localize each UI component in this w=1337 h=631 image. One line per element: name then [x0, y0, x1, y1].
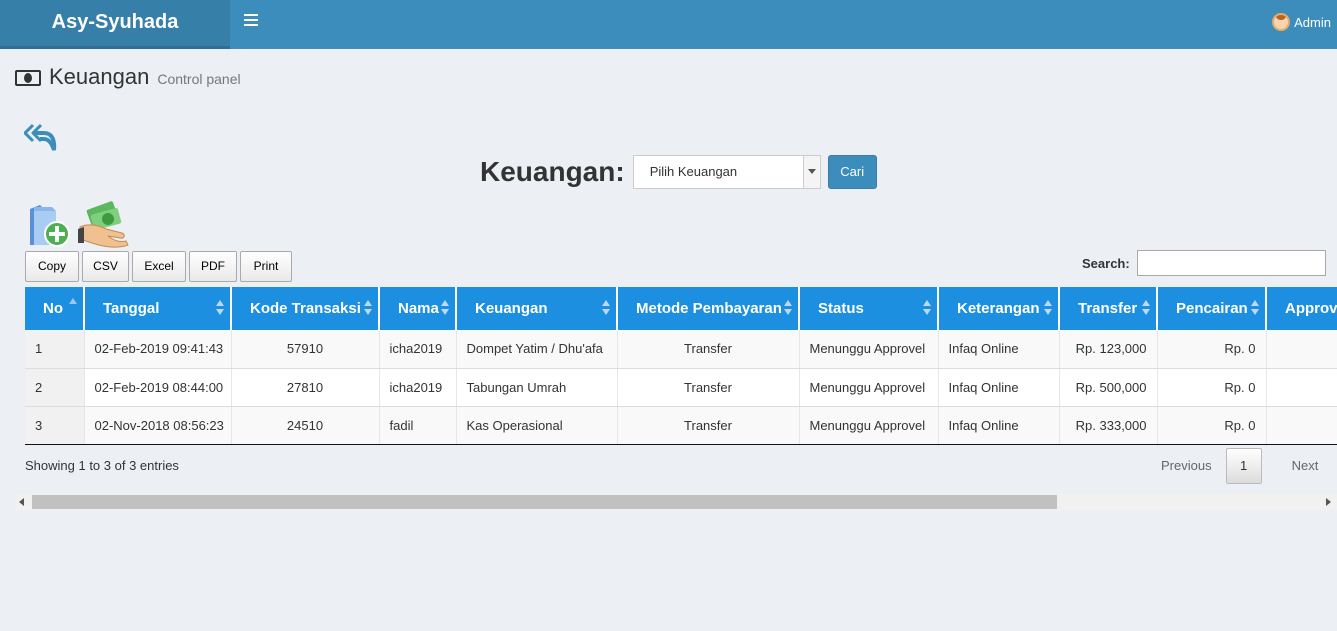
cell-keuangan: Dompet Yatim / Dhu'afa — [456, 330, 618, 369]
cell-metode: Transfer — [617, 406, 800, 445]
cell-approv — [1266, 368, 1337, 407]
money-bill-icon — [15, 70, 41, 86]
cell-pencairan: Rp. 0 — [1157, 330, 1267, 369]
col-pencairan[interactable]: Pencairan — [1157, 287, 1267, 330]
table-row[interactable]: 1 02-Feb-2019 09:41:43 57910 icha2019 Do… — [25, 330, 1337, 369]
reply-all-icon[interactable] — [24, 122, 58, 152]
previous-button[interactable]: Previous — [1147, 448, 1226, 484]
folder-add-icon[interactable] — [26, 201, 72, 249]
cell-transfer: Rp. 333,000 — [1059, 406, 1158, 445]
cell-kode: 27810 — [231, 368, 380, 407]
cell-nama: icha2019 — [379, 330, 457, 369]
keuangan-table-wrapper: No Tanggal Kode Transaksi Nama Keuangan … — [25, 287, 1337, 445]
horizontal-scrollbar[interactable] — [16, 494, 1337, 510]
search-label: Search: — [1082, 255, 1130, 271]
page-subtitle: Control panel — [157, 71, 241, 87]
col-approv[interactable]: Approv — [1266, 287, 1337, 330]
cell-tanggal: 02-Nov-2018 08:56:23 — [84, 406, 232, 445]
cell-status: Menunggu Approvel — [799, 330, 939, 369]
keuangan-select[interactable]: Pilih Keuangan — [632, 155, 821, 189]
col-status[interactable]: Status — [799, 287, 939, 330]
cell-keterangan: Infaq Online — [938, 330, 1060, 369]
cell-transfer: Rp. 500,000 — [1059, 368, 1158, 407]
sort-icon — [441, 300, 449, 316]
excel-button[interactable]: Excel — [132, 251, 186, 282]
cell-status: Menunggu Approvel — [799, 368, 939, 407]
col-keuangan[interactable]: Keuangan — [456, 287, 618, 330]
pagination: Previous 1 Next — [1147, 448, 1332, 484]
cell-tanggal: 02-Feb-2019 08:44:00 — [84, 368, 232, 407]
content-header: Keuangan Control panel — [15, 64, 241, 90]
user-name: Admin — [1294, 14, 1331, 30]
hamburger-icon[interactable] — [244, 14, 258, 28]
cell-kode: 24510 — [231, 406, 380, 445]
select-value: Pilih Keuangan — [649, 164, 738, 179]
pdf-button[interactable]: PDF — [189, 251, 237, 282]
csv-button[interactable]: CSV — [82, 251, 129, 282]
col-transfer[interactable]: Transfer — [1059, 287, 1158, 330]
cell-nama: fadil — [379, 406, 457, 445]
col-metode-pembayaran[interactable]: Metode Pembayaran — [617, 287, 800, 330]
scroll-left-icon[interactable] — [19, 498, 24, 506]
table-row[interactable]: 2 02-Feb-2019 08:44:00 27810 icha2019 Ta… — [25, 368, 1337, 407]
search-input[interactable] — [1136, 250, 1326, 276]
col-kode-transaksi[interactable]: Kode Transaksi — [231, 287, 380, 330]
sort-asc-icon — [69, 298, 77, 316]
table-row[interactable]: 3 02-Nov-2018 08:56:23 24510 fadil Kas O… — [25, 406, 1337, 445]
sort-icon — [1044, 300, 1052, 316]
brand-logo[interactable]: Asy-Syuhada — [0, 0, 230, 49]
cell-metode: Transfer — [617, 368, 800, 407]
filter-label: Keuangan: — [480, 156, 625, 187]
cell-transfer: Rp. 123,000 — [1059, 330, 1158, 369]
cari-button[interactable]: Cari — [827, 155, 877, 189]
table-header-row: No Tanggal Kode Transaksi Nama Keuangan … — [25, 287, 1337, 330]
cell-approv — [1266, 406, 1337, 445]
table-search: Search: — [1082, 250, 1326, 276]
cell-no: 3 — [25, 406, 85, 445]
cell-pencairan: Rp. 0 — [1157, 368, 1267, 407]
top-navbar: Asy-Syuhada Admin — [0, 0, 1337, 49]
cell-keterangan: Infaq Online — [938, 368, 1060, 407]
cell-nama: icha2019 — [379, 368, 457, 407]
col-tanggal[interactable]: Tanggal — [84, 287, 232, 330]
page-title: Keuangan — [49, 64, 150, 89]
money-hand-icon[interactable] — [78, 199, 130, 249]
col-nama[interactable]: Nama — [379, 287, 457, 330]
print-button[interactable]: Print — [240, 251, 292, 282]
col-no[interactable]: No — [25, 287, 85, 330]
cell-tanggal: 02-Feb-2019 09:41:43 — [84, 330, 232, 369]
page-1-button[interactable]: 1 — [1225, 448, 1262, 484]
cell-keuangan: Kas Operasional — [456, 406, 618, 445]
user-menu[interactable]: Admin — [1272, 13, 1331, 31]
cell-pencairan: Rp. 0 — [1157, 406, 1267, 445]
sort-icon — [216, 300, 224, 316]
cell-metode: Transfer — [617, 330, 800, 369]
sort-icon — [923, 300, 931, 316]
col-keterangan[interactable]: Keterangan — [938, 287, 1060, 330]
export-toolbar: Copy CSV Excel PDF Print — [25, 251, 292, 282]
cell-status: Menunggu Approvel — [799, 406, 939, 445]
copy-button[interactable]: Copy — [25, 251, 79, 282]
chevron-down-icon — [802, 156, 820, 188]
table-info: Showing 1 to 3 of 3 entries — [25, 458, 179, 473]
sort-icon — [784, 300, 792, 316]
cell-keuangan: Tabungan Umrah — [456, 368, 618, 407]
cell-keterangan: Infaq Online — [938, 406, 1060, 445]
sort-icon — [1142, 300, 1150, 316]
avatar — [1272, 13, 1291, 31]
sort-icon — [1251, 300, 1259, 316]
next-button[interactable]: Next — [1262, 448, 1333, 484]
cell-no: 2 — [25, 368, 85, 407]
cell-kode: 57910 — [231, 330, 380, 369]
cell-no: 1 — [25, 330, 85, 369]
sort-icon — [364, 300, 372, 316]
sort-icon — [602, 300, 610, 316]
scroll-thumb[interactable] — [32, 495, 1057, 509]
keuangan-table: No Tanggal Kode Transaksi Nama Keuangan … — [25, 287, 1337, 445]
cell-approv — [1266, 330, 1337, 369]
scroll-right-icon[interactable] — [1326, 498, 1331, 506]
keuangan-filter: Keuangan: Pilih Keuangan Cari — [480, 155, 877, 189]
